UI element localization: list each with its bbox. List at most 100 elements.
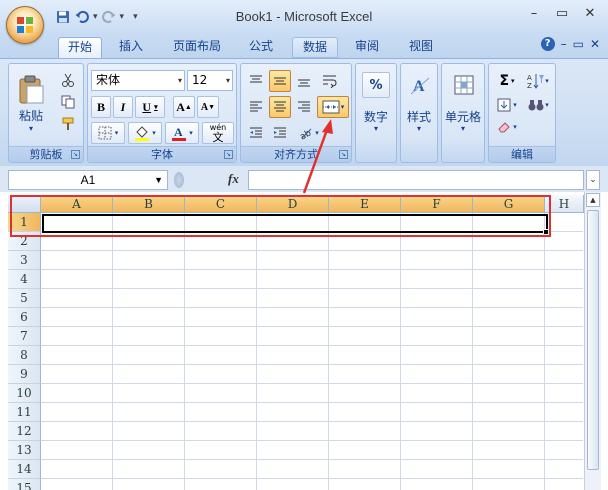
merge-center-button[interactable]: ▾: [317, 96, 349, 118]
fill-color-button[interactable]: ▾: [128, 122, 162, 144]
row-header-8[interactable]: 8: [8, 346, 41, 365]
row-header-7[interactable]: 7: [8, 327, 41, 346]
office-button[interactable]: [6, 6, 44, 44]
border-button[interactable]: ▾: [91, 122, 125, 144]
minimize-button[interactable]: –: [520, 6, 548, 21]
tab-insert[interactable]: 插入: [108, 37, 154, 58]
tab-review[interactable]: 审阅: [344, 37, 390, 58]
row-header-12[interactable]: 12: [8, 422, 41, 441]
clipboard-group: 粘贴 ▾ 剪贴板 ↘: [8, 63, 84, 163]
restore-button[interactable]: ▭: [548, 6, 576, 21]
align-center-icon[interactable]: [269, 96, 291, 118]
row-header-5[interactable]: 5: [8, 289, 41, 308]
undo-icon[interactable]: [74, 9, 90, 25]
undo-dropdown-icon[interactable]: ▾: [93, 12, 98, 22]
grid-column-line: [112, 213, 113, 490]
paste-dropdown-icon[interactable]: ▾: [29, 124, 33, 133]
close-button[interactable]: ✕: [576, 6, 604, 21]
number-label[interactable]: 数字: [356, 108, 396, 125]
row-header-14[interactable]: 14: [8, 460, 41, 479]
font-name-combo[interactable]: 宋体 ▾: [91, 70, 185, 91]
tab-home[interactable]: 开始: [58, 37, 102, 58]
row-header-11[interactable]: 11: [8, 403, 41, 422]
align-left-icon[interactable]: [245, 96, 267, 118]
increase-indent-icon[interactable]: [269, 122, 291, 144]
underline-button[interactable]: U ▾: [135, 96, 165, 118]
grow-font-button[interactable]: A ▲: [173, 96, 195, 118]
clear-button[interactable]: ▾: [493, 116, 521, 138]
border-icon: [98, 126, 112, 140]
svg-text:Z: Z: [527, 82, 532, 89]
phonetic-button[interactable]: wén 文: [202, 122, 234, 144]
help-icon[interactable]: ?: [540, 37, 555, 51]
formula-input[interactable]: [248, 170, 584, 190]
font-launcher-icon[interactable]: ↘: [224, 150, 233, 159]
align-top-icon[interactable]: [245, 70, 267, 92]
sort-filter-button[interactable]: AZ ▾: [523, 70, 553, 92]
name-box-dropdown-icon[interactable]: ▼: [154, 171, 163, 189]
copy-icon[interactable]: [57, 92, 79, 112]
styles-icon[interactable]: A: [407, 72, 433, 98]
tab-formulas[interactable]: 公式: [238, 37, 284, 58]
row-header-4[interactable]: 4: [8, 270, 41, 289]
grid-column-line: [184, 213, 185, 490]
ribbon-restore-button[interactable]: ▭: [573, 37, 584, 51]
tab-view[interactable]: 视图: [398, 37, 444, 58]
ribbon-minimize-button[interactable]: –: [561, 37, 567, 51]
row-header-9[interactable]: 9: [8, 365, 41, 384]
styles-label[interactable]: 样式: [401, 108, 437, 125]
autosum-button[interactable]: Σ ▾: [493, 70, 521, 92]
clipboard-launcher-icon[interactable]: ↘: [71, 150, 80, 159]
align-bottom-icon[interactable]: [293, 70, 315, 92]
font-size-dropdown-icon[interactable]: ▾: [226, 71, 230, 90]
font-size-combo[interactable]: 12 ▾: [187, 70, 233, 91]
redo-dropdown-icon[interactable]: ▾: [120, 12, 125, 22]
cells-dropdown-icon[interactable]: ▾: [442, 124, 484, 133]
row-header-6[interactable]: 6: [8, 308, 41, 327]
grid-row-line: [41, 364, 583, 365]
redo-icon[interactable]: [101, 9, 117, 25]
orientation-button[interactable]: ab ▾: [293, 122, 325, 144]
title-bar: Book1 - Microsoft Excel ▾ ▾ ▾ – ▭ ✕: [0, 0, 608, 34]
paste-icon: [19, 75, 44, 104]
formula-divider-icon[interactable]: [174, 172, 184, 188]
cells-icon[interactable]: [451, 72, 477, 98]
scroll-thumb[interactable]: [587, 210, 599, 470]
name-box[interactable]: A1 ▼: [8, 170, 168, 190]
find-select-button[interactable]: ▾: [523, 94, 553, 116]
scroll-up-icon[interactable]: ▲: [586, 193, 600, 207]
italic-button[interactable]: I: [113, 96, 133, 118]
styles-dropdown-icon[interactable]: ▾: [401, 124, 437, 133]
ribbon-right-controls: ? – ▭ ✕: [540, 37, 600, 51]
tab-data[interactable]: 数据: [292, 37, 338, 58]
cells-label[interactable]: 单元格: [442, 108, 484, 125]
grid-row-line: [41, 307, 583, 308]
decrease-indent-icon[interactable]: [245, 122, 267, 144]
align-right-icon[interactable]: [293, 96, 315, 118]
cut-icon[interactable]: [57, 70, 79, 90]
formula-expand-icon[interactable]: ⌄: [586, 170, 600, 190]
format-painter-icon[interactable]: [57, 114, 79, 134]
insert-function-icon[interactable]: fx: [228, 171, 239, 187]
row-header-3[interactable]: 3: [8, 251, 41, 270]
number-dropdown-icon[interactable]: ▾: [356, 124, 396, 133]
row-header-15[interactable]: 15: [8, 479, 41, 490]
bold-button[interactable]: B: [91, 96, 111, 118]
vertical-scrollbar[interactable]: ▲: [584, 192, 601, 490]
save-icon[interactable]: [55, 9, 71, 25]
ribbon-close-button[interactable]: ✕: [590, 37, 600, 51]
align-middle-icon[interactable]: [269, 70, 291, 92]
row-header-13[interactable]: 13: [8, 441, 41, 460]
percent-icon[interactable]: %: [362, 72, 390, 98]
row-header-10[interactable]: 10: [8, 384, 41, 403]
binoculars-icon: [528, 100, 544, 111]
font-name-dropdown-icon[interactable]: ▾: [178, 71, 182, 90]
alignment-launcher-icon[interactable]: ↘: [339, 150, 348, 159]
tab-page-layout[interactable]: 页面布局: [164, 37, 230, 58]
paste-button[interactable]: 粘贴 ▾: [13, 68, 49, 140]
fill-button[interactable]: ▾: [493, 94, 521, 116]
wrap-text-icon[interactable]: [319, 70, 341, 92]
customize-qat-icon[interactable]: ▾: [133, 12, 138, 22]
shrink-font-button[interactable]: A ▼: [197, 96, 219, 118]
font-color-button[interactable]: A ▾: [165, 122, 199, 144]
